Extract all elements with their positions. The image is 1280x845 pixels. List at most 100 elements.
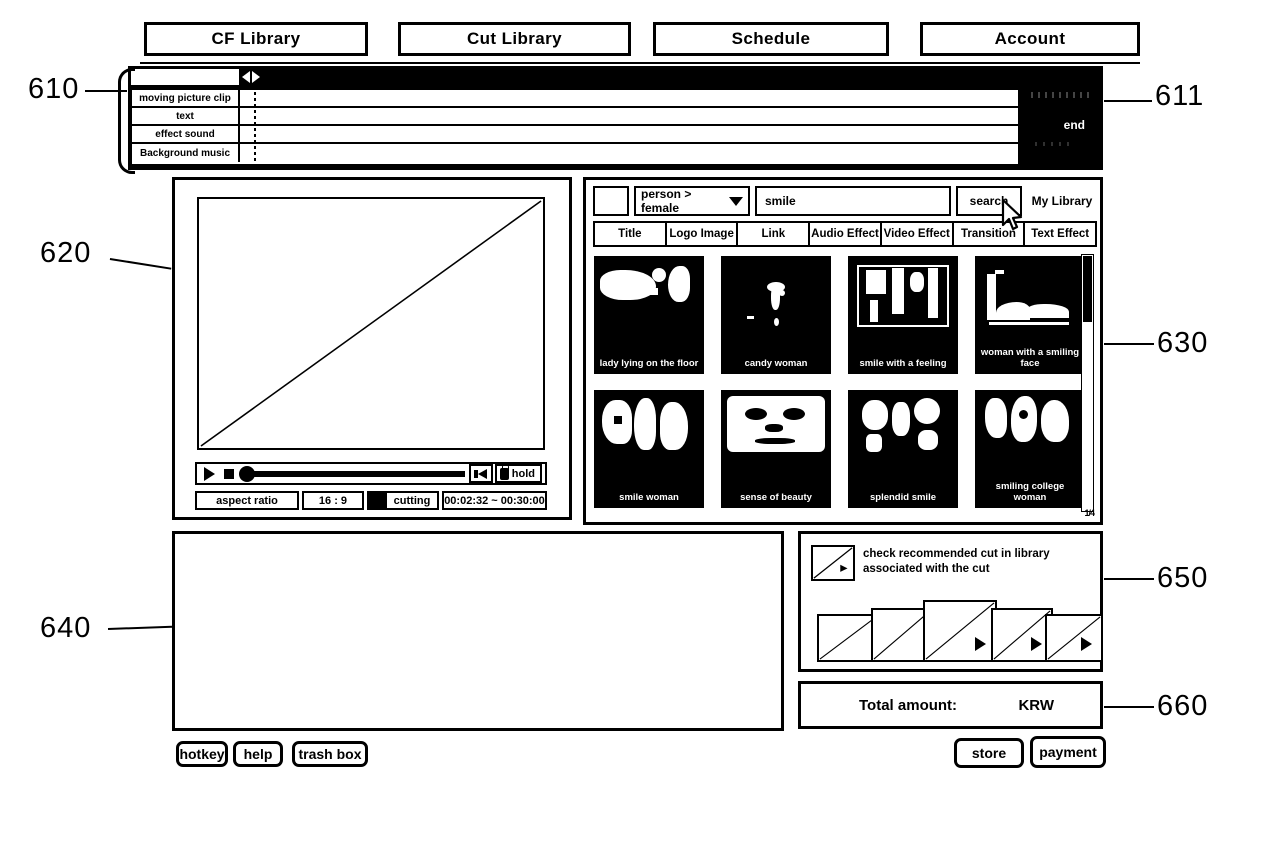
scroll-right-icon[interactable] [252,70,260,83]
callout-650: 650 [1157,562,1209,594]
play-icon[interactable] [975,637,986,651]
cutting-label[interactable]: cutting [385,491,439,510]
timeline-track-row[interactable]: Background music [132,144,1018,162]
library-thumbnail[interactable]: splendid smile [848,390,958,508]
play-icon[interactable] [1081,637,1092,651]
library-thumbnail[interactable]: smiling college woman [975,390,1085,508]
track-lane[interactable] [240,144,1018,162]
tab-label: Link [761,228,786,240]
tab-video-effect[interactable]: Video Effect [882,223,954,245]
total-amount-currency: KRW [1018,696,1054,714]
library-scrollbar[interactable] [1081,254,1094,512]
total-amount-label: Total amount: [859,696,958,714]
recommended-sample-thumbnail[interactable] [811,545,855,581]
play-icon[interactable] [1031,637,1042,651]
preview-status-bar: aspect ratio 16 : 9 cutting 00:02:32 ~ 0… [195,491,547,510]
thumbnail-caption: smile with a feeling [859,358,947,369]
timeline-track-row[interactable]: effect sound [132,126,1018,144]
tab-label: Video Effect [883,228,950,240]
nav-tab-schedule[interactable]: Schedule [653,22,889,56]
tab-logo-image[interactable]: Logo Image [667,223,739,245]
hotkey-button[interactable]: hotkey [176,741,228,767]
my-library-button[interactable]: My Library [1027,186,1097,216]
video-preview-screen[interactable] [197,197,545,450]
placeholder-diagonal-icon [819,616,877,660]
main-navigation: CF Library Cut Library Schedule Account [140,22,1140,64]
payment-button[interactable]: payment [1030,736,1106,768]
nav-tab-account[interactable]: Account [920,22,1140,56]
playback-control-bar: hold [195,462,547,485]
lock-icon [499,463,509,480]
play-icon[interactable] [204,466,215,481]
scroll-left-icon[interactable] [242,70,250,83]
my-library-label: My Library [1031,194,1093,208]
library-thumbnail-grid: lady lying on the floor candy woman smil… [594,256,1085,516]
nav-underline [140,62,1140,64]
category-dropdown[interactable]: person > female [634,186,750,216]
scrollbar-thumb[interactable] [1083,256,1092,322]
filmstrip-frame[interactable] [923,600,997,662]
callout-leader-640 [107,625,172,630]
tab-title[interactable]: Title [595,223,667,245]
recommended-cut-description: check recommended cut in library associa… [863,547,1050,577]
track-lane[interactable] [240,126,1018,142]
library-thumbnail[interactable]: lady lying on the floor [594,256,704,374]
filmstrip-frame[interactable] [991,608,1053,662]
callout-leader-650 [1104,578,1154,580]
tab-label: Text Effect [1031,228,1090,240]
timeline-end-marker: end [1063,118,1085,132]
storyboard-panel[interactable] [172,531,784,731]
nav-tab-cut-library[interactable]: Cut Library [398,22,631,56]
callout-640: 640 [40,612,92,644]
filmstrip-frame[interactable] [1045,614,1103,662]
tab-link[interactable]: Link [738,223,811,245]
aspect-ratio-label: aspect ratio [195,491,299,510]
library-thumbnail[interactable]: candy woman [721,256,831,374]
timeline-track-row[interactable]: text [132,108,1018,126]
track-lane[interactable] [240,108,1018,124]
recommended-cut-line2: associated with the cut [863,563,990,575]
trash-box-button[interactable]: trash box [292,741,368,767]
timeline-panel[interactable]: moving picture clip text effect sound Ba… [128,66,1103,170]
recommended-filmstrip [817,600,1103,662]
help-label: help [243,746,273,762]
timeline-tracks: moving picture clip text effect sound Ba… [130,88,1020,166]
help-button[interactable]: help [233,741,283,767]
callout-leader-620 [109,258,172,270]
seek-slider[interactable] [239,465,465,482]
hold-button[interactable]: hold [494,463,542,483]
timeline-track-row[interactable]: moving picture clip [132,90,1018,108]
mouse-cursor-icon [1001,198,1023,231]
timeline-scroll-arrows[interactable] [242,69,268,84]
tab-text-effect[interactable]: Text Effect [1025,223,1095,245]
total-amount-panel: Total amount: KRW [798,681,1103,729]
search-input[interactable]: smile [755,186,951,216]
timeline-ruler[interactable] [130,68,240,86]
nav-tab-label: Schedule [731,29,811,48]
callout-leader-610 [85,90,127,92]
library-thumbnail[interactable]: sense of beauty [721,390,831,508]
recommended-cut-panel: check recommended cut in library associa… [798,531,1103,672]
seek-handle[interactable] [239,465,255,482]
stop-icon[interactable] [224,468,234,479]
filmstrip-frame[interactable] [817,614,879,662]
nav-tab-cf-library[interactable]: CF Library [144,22,368,56]
track-lane[interactable] [240,90,1018,106]
store-button[interactable]: store [954,738,1024,768]
search-input-value: smile [765,194,796,208]
hold-label: hold [511,467,535,480]
library-thumbnail[interactable]: woman with a smiling face [975,256,1085,374]
timeline-playhead[interactable] [254,86,256,168]
track-label: moving picture clip [132,90,240,106]
library-thumbnail[interactable]: smile with a feeling [848,256,958,374]
aspect-ratio-value[interactable]: 16 : 9 [302,491,364,510]
preview-panel: hold aspect ratio 16 : 9 cutting 00:02:3… [172,177,572,520]
tab-audio-effect[interactable]: Audio Effect [810,223,882,245]
placeholder-diagonal-icon [813,547,853,579]
tab-label: Title [618,228,642,240]
speaker-icon[interactable] [468,464,493,483]
library-page-indicator: 1/4 [1084,508,1094,518]
library-thumbnail[interactable]: smile woman [594,390,704,508]
search-thumbnail-box[interactable] [593,186,629,216]
callout-660: 660 [1157,690,1209,722]
